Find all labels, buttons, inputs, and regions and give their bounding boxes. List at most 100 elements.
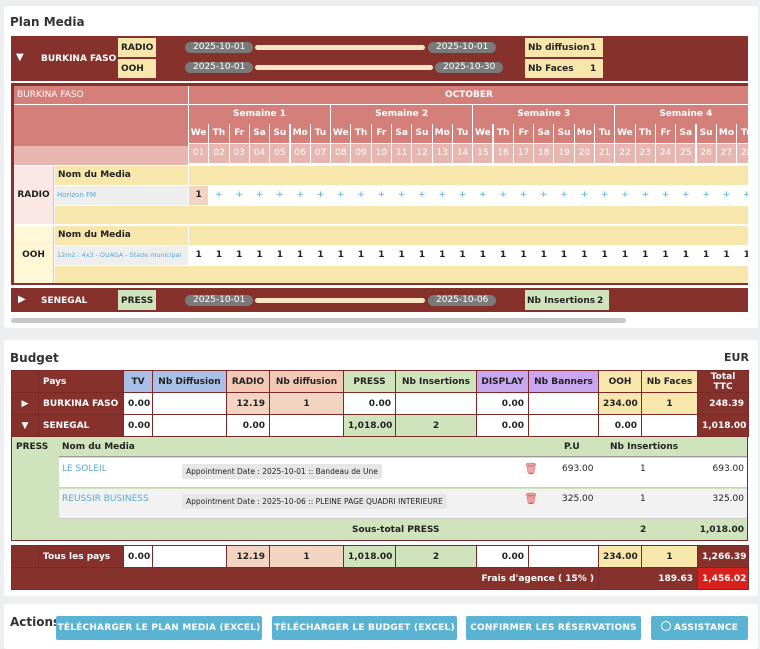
add-radio-cell[interactable]: + xyxy=(412,186,432,205)
ooh-cell[interactable]: 1 xyxy=(635,246,655,265)
budget-table: Pays TV Nb Diffusion RADIO Nb diffusion … xyxy=(11,370,749,590)
day-number: 27 xyxy=(716,144,737,163)
date-range-ooh[interactable]: 2025-10-01 2025-10-30 xyxy=(185,62,525,74)
add-radio-cell[interactable]: + xyxy=(452,186,473,205)
add-radio-cell[interactable]: + xyxy=(737,186,748,205)
horizontal-scrollbar[interactable] xyxy=(11,318,626,323)
row-collapse-icon[interactable]: ▼ xyxy=(11,414,39,437)
ooh-cell[interactable]: 1 xyxy=(655,246,676,265)
ooh-cell[interactable]: 1 xyxy=(534,246,554,265)
add-radio-cell[interactable]: + xyxy=(229,186,249,205)
add-radio-cell[interactable]: + xyxy=(716,186,737,205)
day-number: 28 xyxy=(737,144,748,163)
date-range-press[interactable]: 2025-10-01 2025-10-06 xyxy=(185,295,525,307)
day-number: 02 xyxy=(209,144,229,163)
press-item-ins: 1 xyxy=(640,464,646,474)
ooh-cell[interactable]: 1 xyxy=(554,246,574,265)
press-item-total: 325.00 xyxy=(712,494,745,504)
add-radio-cell[interactable]: + xyxy=(676,186,696,205)
budget-row-senegal[interactable]: ▼ SENEGAL 0.00 0.00 1,018.00 2 0.00 0.00… xyxy=(11,414,749,437)
col-nb-faces: Nb Faces xyxy=(641,370,698,393)
add-radio-cell[interactable]: + xyxy=(615,186,635,205)
add-radio-cell[interactable]: + xyxy=(595,186,615,205)
assistance-button[interactable]: ASSISTANCE xyxy=(651,616,748,640)
expand-toggle-burkina[interactable]: ▼ xyxy=(16,52,24,63)
add-radio-cell[interactable]: + xyxy=(290,186,310,205)
ooh-cell[interactable]: 1 xyxy=(270,246,290,265)
ooh-cell[interactable]: 1 xyxy=(371,246,391,265)
ooh-cell[interactable]: 1 xyxy=(513,246,534,265)
add-radio-cell[interactable]: + xyxy=(513,186,534,205)
add-radio-cell[interactable]: + xyxy=(554,186,574,205)
day-number: 15 xyxy=(473,144,493,163)
ooh-cell[interactable]: 1 xyxy=(189,246,209,265)
ooh-cell[interactable]: 1 xyxy=(676,246,696,265)
ooh-cell[interactable]: 1 xyxy=(493,246,513,265)
ooh-cell[interactable]: 1 xyxy=(412,246,432,265)
ooh-cell[interactable]: 1 xyxy=(595,246,615,265)
add-radio-cell[interactable]: + xyxy=(209,186,229,205)
country-name-burkina: BURKINA FASO xyxy=(41,54,117,64)
ooh-cell[interactable]: 1 xyxy=(473,246,493,265)
ooh-cell[interactable]: 1 xyxy=(249,246,270,265)
download-budget-button[interactable]: TÉLÉCHARGER LE BUDGET (EXCEL) xyxy=(272,616,457,640)
radio-cell[interactable]: 1 xyxy=(189,186,209,205)
ooh-cell[interactable]: 1 xyxy=(229,246,249,265)
col-pays: Pays xyxy=(38,370,124,393)
ooh-cell[interactable]: 1 xyxy=(615,246,635,265)
trash-icon[interactable]: 🗑 xyxy=(524,462,538,475)
add-radio-cell[interactable]: + xyxy=(432,186,452,205)
day-number: 11 xyxy=(392,144,412,163)
row-expand-icon[interactable]: ▶ xyxy=(11,392,39,415)
expand-toggle-senegal[interactable]: ▶ xyxy=(18,294,26,305)
cal-media-header-radio: Nom du Media xyxy=(55,166,188,185)
press-col-ins: Nb Insertions xyxy=(610,442,679,452)
cal-media-name-radio[interactable]: Horizon FM xyxy=(55,186,188,205)
press-subtotal-label: Sous-total PRESS xyxy=(352,525,440,535)
add-radio-cell[interactable]: + xyxy=(351,186,371,205)
ooh-cell[interactable]: 1 xyxy=(290,246,310,265)
ooh-cell[interactable]: 1 xyxy=(737,246,748,265)
ooh-cell[interactable]: 1 xyxy=(331,246,351,265)
add-radio-cell[interactable]: + xyxy=(249,186,270,205)
ooh-cell[interactable]: 1 xyxy=(432,246,452,265)
download-plan-button[interactable]: TÉLÉCHARGER LE PLAN MEDIA (EXCEL) xyxy=(56,616,262,640)
ooh-cell[interactable]: 1 xyxy=(696,246,716,265)
stat-value-press: 2 xyxy=(597,296,604,306)
add-radio-cell[interactable]: + xyxy=(270,186,290,205)
budget-row-burkina[interactable]: ▶ BURKINA FASO 0.00 12.19 1 0.00 0.00 23… xyxy=(11,392,749,415)
add-radio-cell[interactable]: + xyxy=(310,186,331,205)
add-radio-cell[interactable]: + xyxy=(655,186,676,205)
budget-header-row: Pays TV Nb Diffusion RADIO Nb diffusion … xyxy=(11,370,749,393)
day-number: 24 xyxy=(655,144,676,163)
add-radio-cell[interactable]: + xyxy=(392,186,412,205)
day-name: Sa xyxy=(249,124,270,143)
day-name: Fr xyxy=(513,124,534,143)
press-item-name[interactable]: LE SOLEIL xyxy=(62,464,107,474)
ooh-cell[interactable]: 1 xyxy=(716,246,737,265)
date-range-radio[interactable]: 2025-10-01 2025-10-01 xyxy=(185,42,525,54)
ooh-cell[interactable]: 1 xyxy=(574,246,594,265)
stat-value-ooh: 1 xyxy=(590,64,597,74)
stat-label-ooh: Nb Faces xyxy=(528,64,574,74)
add-radio-cell[interactable]: + xyxy=(635,186,655,205)
day-name: Mo xyxy=(432,124,452,143)
confirm-reservations-button[interactable]: CONFIRMER LES RÉSERVATIONS xyxy=(466,616,641,640)
press-item-name[interactable]: REUSSIR BUSINESS xyxy=(62,494,149,504)
ooh-cell[interactable]: 1 xyxy=(310,246,331,265)
add-radio-cell[interactable]: + xyxy=(493,186,513,205)
day-number: 22 xyxy=(615,144,635,163)
add-radio-cell[interactable]: + xyxy=(696,186,716,205)
press-subtotal-ins: 2 xyxy=(640,525,647,535)
add-radio-cell[interactable]: + xyxy=(371,186,391,205)
cal-media-name-ooh[interactable]: 12m2 : 4x3 - OUAGA - Stade municipal xyxy=(55,246,188,265)
ooh-cell[interactable]: 1 xyxy=(351,246,371,265)
trash-icon[interactable]: 🗑 xyxy=(524,492,538,505)
ooh-cell[interactable]: 1 xyxy=(392,246,412,265)
add-radio-cell[interactable]: + xyxy=(331,186,351,205)
ooh-cell[interactable]: 1 xyxy=(452,246,473,265)
add-radio-cell[interactable]: + xyxy=(473,186,493,205)
add-radio-cell[interactable]: + xyxy=(534,186,554,205)
add-radio-cell[interactable]: + xyxy=(574,186,594,205)
ooh-cell[interactable]: 1 xyxy=(209,246,229,265)
